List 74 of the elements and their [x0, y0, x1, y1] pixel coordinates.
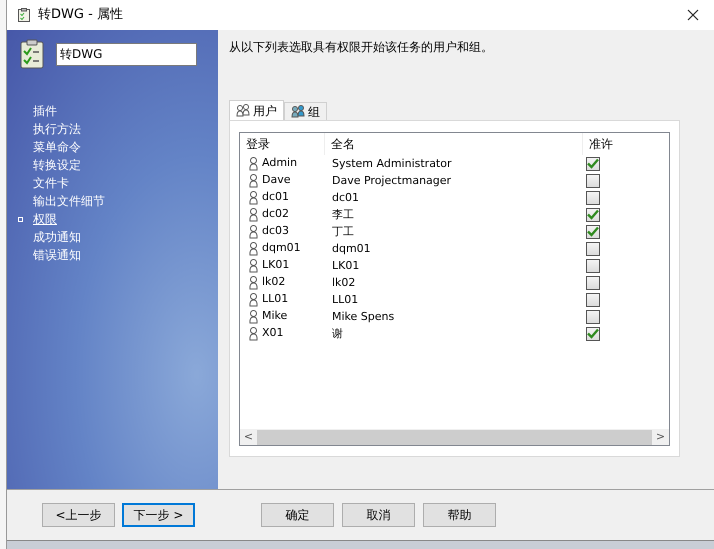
permit-checkbox[interactable] [586, 224, 600, 238]
column-header[interactable]: 登录 [240, 133, 325, 155]
dialog-button[interactable]: 确定 [261, 503, 334, 527]
user-icon [249, 292, 258, 306]
full-name-cell: Mike Spens [332, 310, 394, 324]
login-cell-text: Admin [262, 155, 298, 172]
sidebar-item[interactable]: 输出文件细节 [33, 192, 105, 210]
scroll-right-arrow[interactable]: > [652, 428, 669, 446]
user-icon [249, 258, 258, 272]
tab[interactable]: 用户 [229, 100, 284, 120]
user-icon [249, 208, 258, 222]
user-icon [249, 224, 258, 238]
full-name-cell: System Administrator [332, 157, 452, 170]
permit-checkbox[interactable] [586, 190, 600, 204]
full-name-cell: dc01 [332, 191, 360, 204]
sidebar-item[interactable]: 执行方法 [33, 120, 81, 138]
full-name-cell: LK01 [332, 259, 360, 272]
sidebar-item[interactable]: 插件 [33, 102, 57, 120]
clipboard-icon [18, 8, 30, 22]
sidebar-item[interactable]: 菜单命令 [33, 138, 81, 156]
group-icon [236, 104, 250, 117]
tab[interactable]: 组 [284, 102, 327, 120]
group-icon [291, 105, 305, 118]
permit-checkbox[interactable] [586, 174, 600, 188]
login-cell-text: Dave [262, 172, 290, 188]
user-icon [249, 174, 258, 188]
login-cell-text: LK01 [262, 257, 290, 274]
task-name-field[interactable]: 转DWG [56, 42, 197, 66]
permit-checkbox[interactable] [586, 242, 600, 256]
dialog-button[interactable]: 下一步 > [122, 503, 195, 527]
login-cell-text: X01 [262, 325, 284, 342]
user-icon [249, 190, 258, 204]
full-name-cell: lk02 [332, 276, 356, 290]
sidebar-item[interactable]: 转换设定 [33, 156, 81, 174]
dialog-button[interactable]: <上一步 [42, 503, 115, 527]
full-name-cell: 谢 [332, 327, 343, 340]
sidebar-item[interactable]: 权限 [33, 210, 57, 228]
permit-checkbox[interactable] [586, 292, 600, 306]
dialog-button[interactable]: 帮助 [423, 503, 496, 527]
sidebar-item[interactable]: 成功通知 [33, 228, 81, 246]
login-cell-text: dc02 [262, 206, 290, 222]
column-header[interactable]: 全名 [325, 133, 583, 155]
checklist-icon [20, 39, 44, 69]
window-title: 转DWG - 属性 [38, 6, 123, 24]
login-cell-text: lk02 [262, 274, 286, 290]
horizontal-scrollbar[interactable]: < > [240, 429, 669, 445]
sidebar-item[interactable]: 文件卡 [33, 174, 69, 192]
login-cell-text: dc01 [262, 189, 290, 206]
close-icon[interactable] [687, 9, 699, 21]
permit-checkbox[interactable] [586, 276, 600, 290]
permit-checkbox[interactable] [586, 310, 600, 324]
permit-checkbox[interactable] [586, 326, 600, 340]
dialog-button[interactable]: 取消 [342, 503, 415, 527]
scroll-left-arrow[interactable]: < [240, 428, 257, 446]
user-icon [249, 242, 258, 256]
user-icon [249, 310, 258, 324]
full-name-cell: 丁工 [332, 225, 354, 238]
sidebar-item[interactable]: 错误通知 [33, 246, 81, 264]
full-name-cell: dqm01 [332, 242, 371, 256]
full-name-cell: LL01 [332, 293, 358, 306]
permit-checkbox[interactable] [586, 208, 600, 222]
full-name-cell: 李工 [332, 208, 354, 222]
login-cell-text: LL01 [262, 291, 288, 308]
login-cell-text: dc03 [262, 223, 290, 240]
column-header[interactable]: 准许 [583, 133, 669, 155]
user-icon [249, 326, 258, 340]
user-icon [249, 276, 258, 290]
full-name-cell: Dave Projectmanager [332, 174, 452, 188]
permit-checkbox[interactable] [586, 258, 600, 272]
instruction-text: 从以下列表选取具有权限开始该任务的用户和组。 [229, 39, 494, 56]
user-icon [249, 156, 258, 170]
login-cell-text: Mike [262, 308, 288, 324]
login-cell-text: dqm01 [262, 240, 301, 256]
permit-checkbox[interactable] [586, 156, 600, 170]
